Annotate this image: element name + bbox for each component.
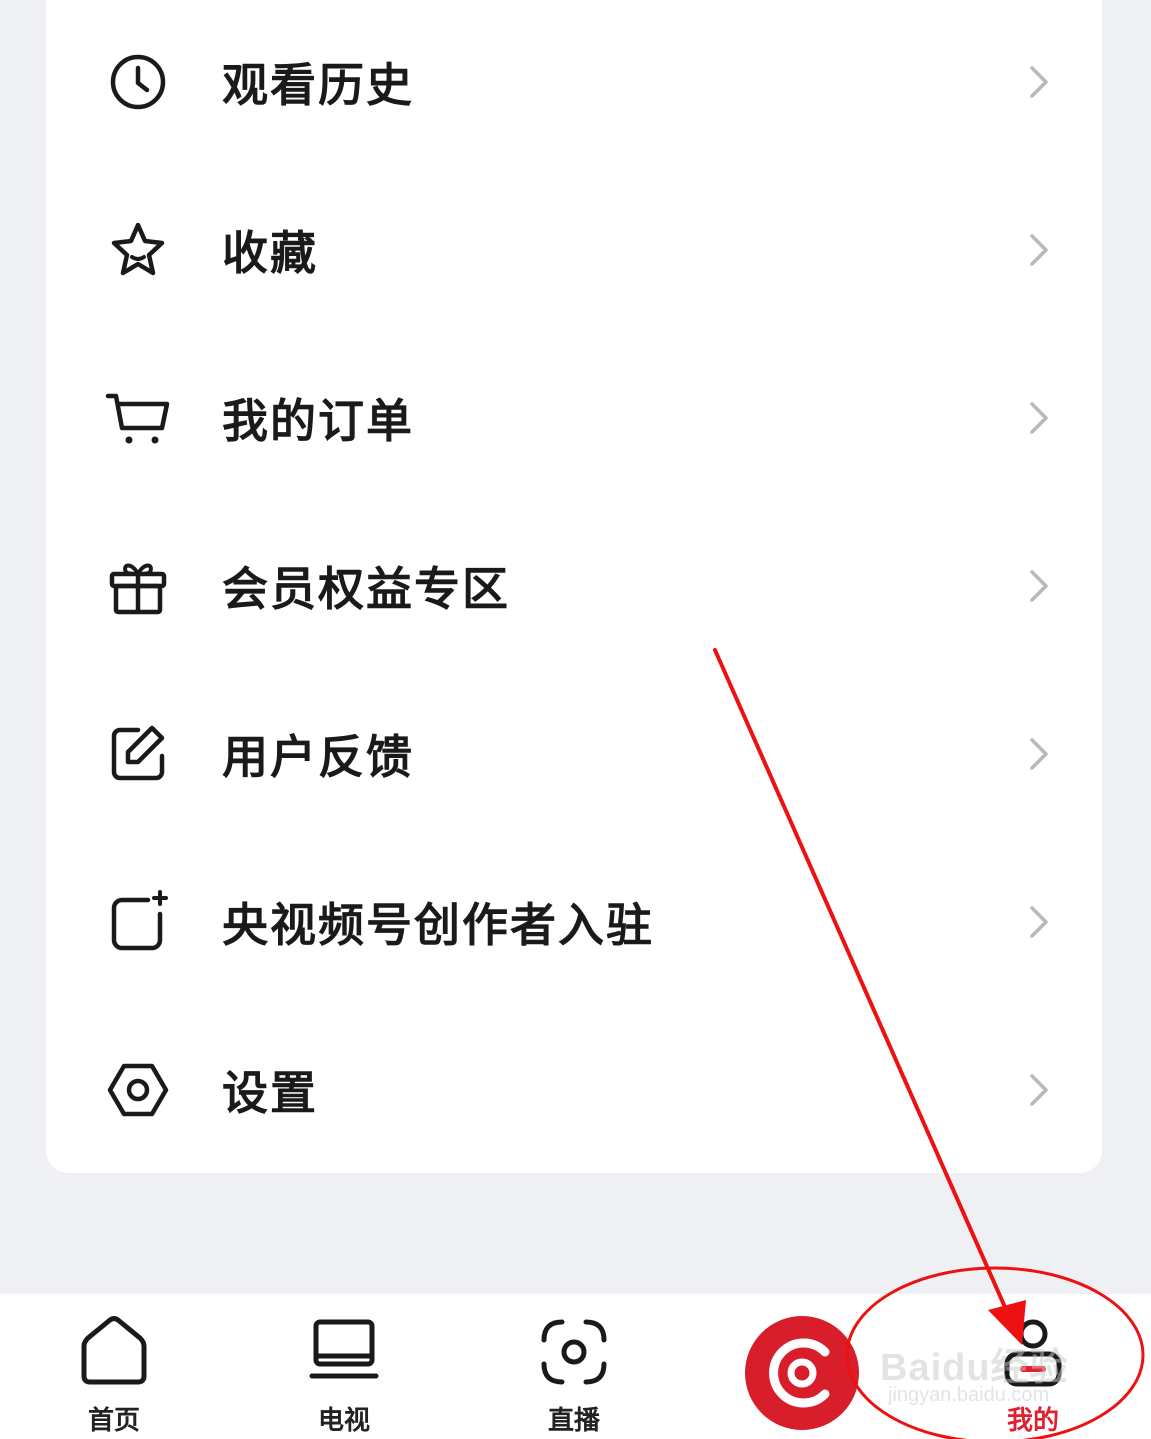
- chevron-right-icon: [1024, 62, 1054, 102]
- menu-item-watch-history[interactable]: 观看历史: [46, 0, 1102, 166]
- menu-item-member-benefits[interactable]: 会员权益专区: [46, 502, 1102, 670]
- tab-label: 直播: [547, 1406, 600, 1436]
- tab-home[interactable]: 首页: [44, 1294, 184, 1439]
- cctv-logo-icon: [769, 1338, 830, 1408]
- tab-label: 电视: [317, 1406, 370, 1436]
- tv-icon: [306, 1314, 382, 1390]
- bottom-tab-bar: 首页 电视 直播 我的: [0, 1294, 1151, 1439]
- menu-item-label: 设置: [222, 1066, 318, 1120]
- clock-icon: [104, 48, 172, 116]
- menu-item-creator-signup[interactable]: 央视频号创作者入驻: [46, 838, 1102, 1006]
- home-icon: [76, 1314, 152, 1390]
- menu-item-label: 会员权益专区: [222, 562, 510, 616]
- cart-icon: [104, 384, 172, 452]
- live-scan-icon: [536, 1314, 612, 1390]
- chevron-right-icon: [1024, 734, 1054, 774]
- menu-item-label: 观看历史: [222, 58, 414, 112]
- menu-item-label: 央视频号创作者入驻: [222, 898, 654, 952]
- menu-card: 观看历史 收藏 我的订单 会员权益专区 用户反馈 央视频号创作者入驻 设置: [46, 0, 1102, 1173]
- chevron-right-icon: [1024, 398, 1054, 438]
- menu-item-label: 收藏: [222, 226, 318, 280]
- tab-label: 我的: [1006, 1406, 1059, 1436]
- tab-mine[interactable]: 我的: [963, 1294, 1103, 1439]
- chevron-right-icon: [1024, 902, 1054, 942]
- chevron-right-icon: [1024, 566, 1054, 606]
- menu-item-my-orders[interactable]: 我的订单: [46, 334, 1102, 502]
- menu-item-user-feedback[interactable]: 用户反馈: [46, 670, 1102, 838]
- chevron-right-icon: [1024, 1070, 1054, 1110]
- tab-label: 首页: [87, 1406, 140, 1436]
- gift-icon: [104, 552, 172, 620]
- menu-item-label: 我的订单: [222, 394, 414, 448]
- menu-item-settings[interactable]: 设置: [46, 1006, 1102, 1174]
- chevron-right-icon: [1024, 230, 1054, 270]
- tab-live[interactable]: 直播: [504, 1294, 644, 1439]
- menu-item-favorites[interactable]: 收藏: [46, 166, 1102, 334]
- tab-tv[interactable]: 电视: [274, 1294, 414, 1439]
- menu-item-label: 用户反馈: [222, 730, 414, 784]
- hexagon-settings-icon: [104, 1056, 172, 1124]
- edit-icon: [104, 720, 172, 788]
- square-plus-icon: [104, 888, 172, 956]
- cctv-center-button[interactable]: [745, 1316, 859, 1430]
- user-icon: [995, 1314, 1071, 1390]
- star-icon: [104, 216, 172, 284]
